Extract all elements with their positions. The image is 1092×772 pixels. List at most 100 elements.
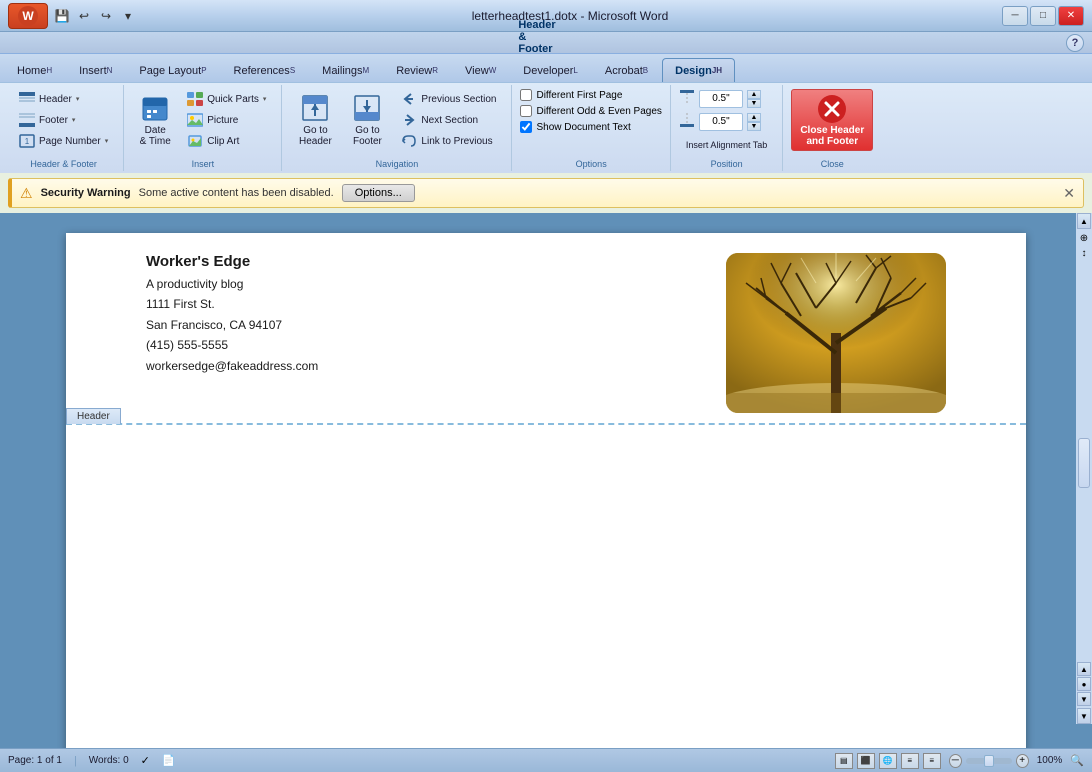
scroll-thumb[interactable] <box>1078 438 1090 488</box>
link-prev-icon <box>401 133 417 149</box>
minimize-button[interactable]: ─ <box>1002 6 1028 26</box>
link-to-previous-button[interactable]: Link to Previous <box>394 131 503 151</box>
position-bottom-row: ▲ ▼ <box>679 112 761 131</box>
scroll-tool-1[interactable]: ⊕ <box>1080 233 1088 244</box>
show-document-text-checkbox[interactable] <box>520 121 532 133</box>
insert-alignment-tab-button[interactable]: Insert Alignment Tab <box>679 135 774 155</box>
zoom-out-button[interactable]: ─ <box>949 754 962 768</box>
next-page-button[interactable]: ▼ <box>1077 692 1091 706</box>
quick-parts-button[interactable]: Quick Parts ▾ <box>180 89 273 109</box>
close-hf-label: Close Header and Footer <box>800 125 864 147</box>
next-section-button[interactable]: Next Section <box>394 110 503 130</box>
quick-access-more[interactable]: ▾ <box>118 6 138 26</box>
tab-references[interactable]: References S <box>221 58 309 82</box>
security-bar-wrapper: ⚠ Security Warning Some active content h… <box>0 173 1092 213</box>
quick-parts-icon <box>187 91 203 107</box>
tab-page-layout[interactable]: Page Layout P <box>126 58 219 82</box>
tab-insert[interactable]: Insert N <box>66 58 125 82</box>
word-count: Words: 0 <box>89 755 129 766</box>
window-controls: ─ □ ✕ <box>1002 6 1084 26</box>
pos-top-up[interactable]: ▲ <box>747 90 761 99</box>
undo-btn[interactable]: ↩ <box>74 6 94 26</box>
go-to-footer-button[interactable]: Go to Footer <box>342 89 392 151</box>
prev-page-button[interactable]: ▲ <box>1077 662 1091 676</box>
draft-view[interactable]: ≡ <box>923 753 941 769</box>
office-button[interactable]: W <box>8 3 48 29</box>
tab-review[interactable]: Review R <box>383 58 451 82</box>
help-button[interactable]: ? <box>1066 34 1084 52</box>
proofing-icon[interactable]: ✓ <box>141 754 150 767</box>
page-body[interactable] <box>66 425 1026 745</box>
tab-acrobat[interactable]: Acrobat B <box>592 58 661 82</box>
pos-top-down[interactable]: ▼ <box>747 99 761 108</box>
view-buttons: ▤ ⬛ 🌐 ≡ ≡ <box>835 753 941 769</box>
header-label: Header <box>66 408 121 424</box>
close-group-content: Close Header and Footer <box>789 87 875 157</box>
tab-home[interactable]: Home H <box>4 58 65 82</box>
status-right: ▤ ⬛ 🌐 ≡ ≡ ─ + 100% 🔍 <box>835 753 1084 769</box>
header-image <box>726 253 946 413</box>
print-layout-view[interactable]: ▤ <box>835 753 853 769</box>
previous-section-button[interactable]: Previous Section <box>394 89 503 109</box>
page-count: Page: 1 of 1 <box>8 755 62 766</box>
tab-design[interactable]: Design JH <box>662 58 735 82</box>
tab-mailings[interactable]: Mailings M <box>309 58 382 82</box>
picture-icon <box>187 112 203 128</box>
different-odd-even-option[interactable]: Different Odd & Even Pages <box>520 105 661 117</box>
tab-view[interactable]: View W <box>452 58 509 82</box>
ribbon-group-navigation: Go to Header Go to Footer Previous Secti… <box>282 85 512 171</box>
position-top-icon <box>679 89 695 108</box>
prev-section-icon <box>401 91 417 107</box>
zoom-handle[interactable] <box>984 755 994 767</box>
header-button[interactable]: Header ▾ <box>12 89 115 109</box>
full-screen-view[interactable]: ⬛ <box>857 753 875 769</box>
close-hf-icon <box>816 93 848 125</box>
nav-section-col: Previous Section Next Section Link to Pr… <box>394 89 503 151</box>
scroll-tool-2[interactable]: ↕ <box>1081 248 1086 259</box>
security-options-button[interactable]: Options... <box>342 184 415 202</box>
position-bottom-spinner: ▲ ▼ <box>747 113 761 131</box>
different-first-page-checkbox[interactable] <box>520 89 532 101</box>
zoom-track[interactable] <box>966 758 1012 764</box>
page-number-button[interactable]: 1 Page Number ▾ <box>12 131 115 151</box>
scroll-nav-bottom: ▲ ● ▼ <box>1077 662 1091 708</box>
show-document-text-option[interactable]: Show Document Text <box>520 121 630 133</box>
options-group-label: Options <box>518 157 663 169</box>
ribbon-content: Header ▾ Footer ▾ 1 Page Nu <box>0 82 1092 173</box>
clip-art-button[interactable]: Clip Art <box>180 131 273 151</box>
go-to-header-label: Go to Header <box>299 125 332 147</box>
footer-button[interactable]: Footer ▾ <box>12 110 115 130</box>
vertical-scrollbar[interactable]: ▲ ⊕ ↕ ▲ ● ▼ ▼ <box>1076 213 1092 724</box>
position-top-input[interactable] <box>699 90 743 108</box>
page-number-icon: 1 <box>19 133 35 149</box>
save-btn[interactable]: 💾 <box>52 6 72 26</box>
pos-bottom-down[interactable]: ▼ <box>747 122 761 131</box>
security-close-button[interactable]: ✕ <box>1063 185 1075 202</box>
track-changes-icon[interactable]: 📄 <box>162 754 176 767</box>
quick-parts-dropdown: ▾ <box>263 95 267 103</box>
zoom-in-button[interactable]: + <box>1016 754 1029 768</box>
date-time-button[interactable]: Date & Time <box>132 89 178 151</box>
zoom-icon[interactable]: 🔍 <box>1070 754 1084 767</box>
security-bar: ⚠ Security Warning Some active content h… <box>8 178 1084 208</box>
page-header[interactable]: Worker's Edge A productivity blog 1111 F… <box>66 233 1026 425</box>
tab-developer[interactable]: Developer L <box>510 58 591 82</box>
go-to-footer-label: Go to Footer <box>353 125 382 147</box>
go-to-header-icon <box>299 93 331 123</box>
redo-btn[interactable]: ↪ <box>96 6 116 26</box>
title-bar-left: W 💾 ↩ ↪ ▾ <box>8 3 138 29</box>
web-layout-view[interactable]: 🌐 <box>879 753 897 769</box>
scroll-down-button[interactable]: ▼ <box>1077 708 1091 724</box>
different-odd-even-checkbox[interactable] <box>520 105 532 117</box>
different-first-page-option[interactable]: Different First Page <box>520 89 622 101</box>
pos-bottom-up[interactable]: ▲ <box>747 113 761 122</box>
scroll-up-button[interactable]: ▲ <box>1077 213 1091 229</box>
maximize-button[interactable]: □ <box>1030 6 1056 26</box>
close-header-footer-button[interactable]: Close Header and Footer <box>791 89 873 151</box>
outline-view[interactable]: ≡ <box>901 753 919 769</box>
select-browse-button[interactable]: ● <box>1077 677 1091 691</box>
position-bottom-input[interactable] <box>699 113 743 131</box>
go-to-header-button[interactable]: Go to Header <box>290 89 340 151</box>
close-button[interactable]: ✕ <box>1058 6 1084 26</box>
picture-button[interactable]: Picture <box>180 110 273 130</box>
